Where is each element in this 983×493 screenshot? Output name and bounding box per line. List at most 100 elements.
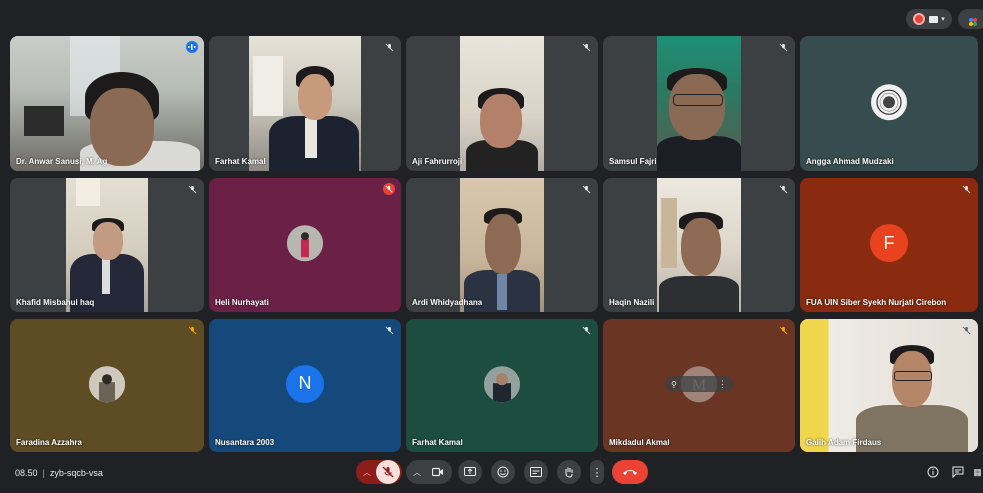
meeting-time: 08.50 (15, 468, 38, 478)
avatar (287, 225, 323, 262)
participant-tile[interactable]: Dr. Anwar Sanusi, M. Ag (10, 36, 204, 171)
mic-off-icon (580, 41, 592, 53)
participant-video (460, 178, 544, 312)
participant-tile[interactable]: Faradina Azzahra (10, 319, 204, 452)
present-button[interactable] (458, 460, 482, 484)
emoji-icon (497, 466, 509, 478)
raise-hand-button[interactable] (557, 460, 581, 484)
chat-button[interactable] (946, 460, 970, 484)
avatar: F (870, 224, 908, 263)
more-icon[interactable]: ⋮ (718, 379, 727, 390)
participant-tile[interactable]: Farhat Kamal (209, 36, 401, 171)
participant-name: Farhat Kamal (412, 438, 463, 447)
avatar-initial: F (883, 232, 895, 253)
participant-tile[interactable]: N Nusantara 2003 (209, 319, 401, 452)
participant-video (657, 178, 741, 312)
more-options-button[interactable]: ⋮ (590, 460, 604, 484)
participant-tile[interactable]: Haqin Nazili (603, 178, 795, 312)
top-bar: ▾ (0, 0, 983, 36)
bottom-toolbar: 08.50 | zyb-sqcb-vsa ︿ ︿ ⋮ ▦ (0, 452, 983, 493)
recording-indicator[interactable]: ▾ (906, 9, 952, 29)
mic-off-icon (186, 183, 198, 195)
tile-controls: ⚲ ⋮ (665, 376, 733, 392)
camera-toggle-button[interactable] (426, 460, 450, 484)
participant-name: Farhat Kamal (215, 157, 266, 166)
participant-name: Aji Fahrurroji (412, 157, 463, 166)
captions-icon (530, 467, 542, 477)
participant-grid: Dr. Anwar Sanusi, M. Ag Farhat Kamal Aji… (10, 36, 983, 452)
camera-options-button[interactable]: ︿ (408, 467, 426, 478)
participant-video (460, 36, 544, 171)
end-call-button[interactable] (612, 460, 648, 484)
meeting-code[interactable]: zyb-sqcb-vsa (50, 468, 103, 478)
mic-off-icon (580, 324, 592, 336)
avatar (871, 83, 907, 120)
participant-name: Nusantara 2003 (215, 438, 275, 447)
more-icon: ⋮ (591, 466, 603, 479)
chevron-down-icon: ▾ (941, 16, 945, 23)
participant-tile[interactable]: Aji Fahrurroji (406, 36, 598, 171)
participant-name: Faradina Azzahra (16, 438, 82, 447)
camera-icon (432, 467, 443, 477)
participant-video (10, 36, 204, 171)
participant-video (800, 319, 978, 452)
participant-tile[interactable]: Farhat Kamal (406, 319, 598, 452)
mic-off-icon (777, 41, 789, 53)
participant-name: FUA UIN Siber Syekh Nurjati Cirebon (806, 298, 947, 307)
participant-name: Galih Adam Firdaus (806, 438, 882, 447)
pin-icon[interactable]: ⚲ (671, 380, 677, 389)
mic-off-icon (382, 466, 394, 478)
avatar (484, 365, 520, 402)
present-off-icon (929, 15, 939, 23)
participant-name: Dr. Anwar Sanusi, M. Ag (16, 157, 108, 166)
participant-tile[interactable]: Galih Adam Firdaus (800, 319, 978, 452)
participant-name: Khafid Misbahul haq (16, 298, 95, 307)
mic-off-icon (960, 183, 972, 195)
companion-indicator[interactable] (958, 9, 983, 29)
participant-video (249, 36, 361, 171)
end-call-icon (623, 470, 637, 475)
chat-icon (952, 466, 964, 478)
participant-name: Heli Nurhayati (215, 298, 269, 307)
participant-name: Haqin Nazili (609, 298, 655, 307)
mic-off-icon (383, 324, 395, 336)
participant-tile[interactable]: M ⚲ ⋮ Mikdadul Akmal (603, 319, 795, 452)
activities-button[interactable]: ▦ (972, 460, 983, 484)
activity-icon (968, 14, 978, 26)
participant-name: Samsul Fajri (609, 157, 657, 166)
participant-tile[interactable]: Khafid Misbahul haq (10, 178, 204, 312)
mic-toggle-button[interactable] (376, 460, 400, 484)
emoji-button[interactable] (491, 460, 515, 484)
captions-button[interactable] (524, 460, 548, 484)
mic-off-icon (383, 183, 395, 195)
mic-off-icon (960, 324, 972, 336)
participant-name: Ardi Whidyadhana (412, 298, 483, 307)
avatar-initial: N (298, 373, 312, 394)
participant-tile[interactable]: Ardi Whidyadhana (406, 178, 598, 312)
mic-options-button[interactable]: ︿ (358, 467, 376, 478)
camera-group: ︿ (406, 460, 452, 484)
meeting-info-button[interactable] (921, 460, 945, 484)
participant-video (657, 36, 741, 171)
mic-off-icon (383, 41, 395, 53)
mic-off-icon (186, 324, 198, 336)
mic-off-icon (777, 324, 789, 336)
meeting-details: 08.50 | zyb-sqcb-vsa (15, 468, 103, 478)
participant-tile[interactable]: Heli Nurhayati (209, 178, 401, 312)
participant-tile[interactable]: F FUA UIN Siber Syekh Nurjati Cirebon (800, 178, 978, 312)
info-icon (927, 466, 939, 478)
speaking-indicator-icon (186, 41, 198, 53)
present-icon (464, 466, 476, 476)
participant-video (66, 178, 148, 312)
participant-name: Mikdadul Akmal (609, 438, 670, 447)
avatar (89, 365, 125, 402)
participant-tile[interactable]: Samsul Fajri (603, 36, 795, 171)
participant-tile[interactable]: Angga Ahmad Mudzaki (800, 36, 978, 171)
participant-name: Angga Ahmad Mudzaki (806, 157, 894, 166)
mic-group: ︿ (356, 460, 402, 484)
separator: | (42, 468, 45, 478)
mic-off-icon (580, 183, 592, 195)
record-icon (913, 13, 926, 25)
avatar: N (286, 364, 324, 403)
mic-off-icon (777, 183, 789, 195)
